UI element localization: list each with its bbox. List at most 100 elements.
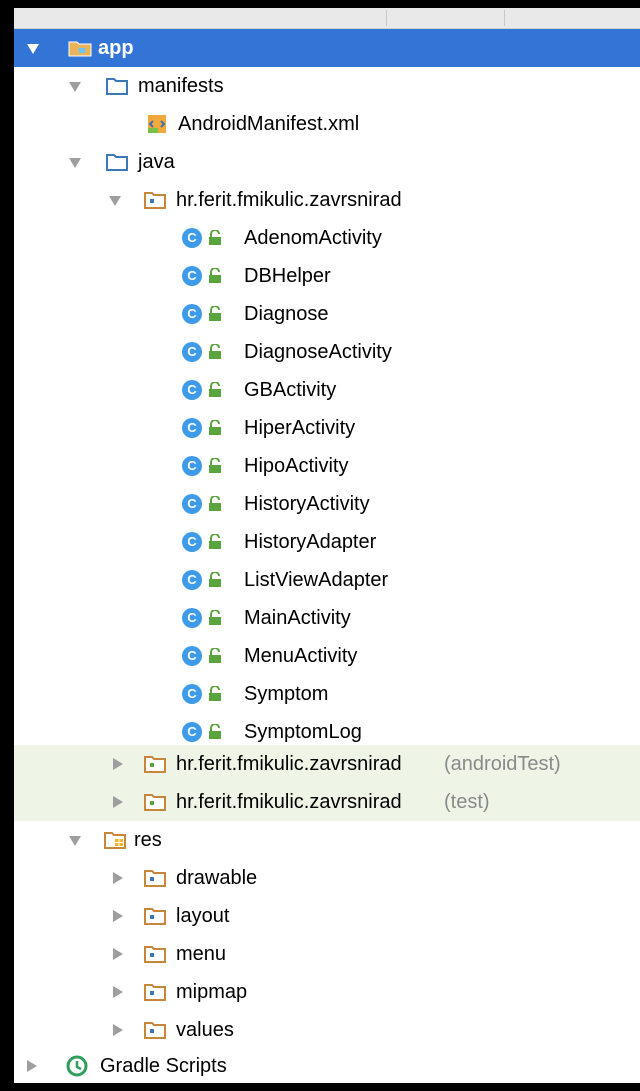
tree-node-class[interactable]: C DiagnoseActivity: [14, 333, 640, 371]
tree-node-label: AndroidManifest.xml: [178, 113, 360, 135]
public-lock-icon: [209, 344, 221, 359]
tree-node-class[interactable]: C HipoActivity: [14, 447, 640, 485]
tree-node-label: ListViewAdapter: [244, 569, 389, 591]
package-icon: [144, 1022, 166, 1039]
expand-arrow-icon[interactable]: [68, 833, 82, 847]
tree-node-label: HistoryActivity: [244, 493, 370, 515]
public-lock-icon: [209, 382, 221, 397]
tree-node-label: mipmap: [176, 981, 248, 1003]
class-icon: C: [182, 684, 202, 704]
tree-node-label: menu: [176, 943, 227, 965]
package-icon: [144, 946, 166, 963]
tree-node-label: app: [98, 37, 134, 59]
tree-node-res-values[interactable]: values: [14, 1011, 640, 1049]
tree-node-label: layout: [176, 905, 230, 927]
resources-folder-icon: [104, 832, 126, 849]
tree-node-class[interactable]: C DBHelper: [14, 257, 640, 295]
expand-arrow-icon[interactable]: [108, 193, 122, 207]
collapse-arrow-icon[interactable]: [110, 871, 124, 885]
package-icon: [144, 756, 166, 773]
header-divider: [504, 10, 505, 26]
tree-node-class[interactable]: C Diagnose: [14, 295, 640, 333]
public-lock-icon: [209, 648, 221, 663]
collapse-arrow-icon[interactable]: [110, 757, 124, 771]
collapse-arrow-icon[interactable]: [110, 1023, 124, 1037]
class-icon: C: [182, 266, 202, 286]
expand-arrow-icon[interactable]: [68, 79, 82, 93]
tree-node-main-package[interactable]: hr.ferit.fmikulic.zavrsnirad: [14, 181, 640, 219]
class-icon: C: [182, 228, 202, 248]
public-lock-icon: [209, 572, 221, 587]
xml-manifest-icon: [148, 115, 166, 133]
tree-node-class[interactable]: C AdenomActivity: [14, 219, 640, 257]
public-lock-icon: [209, 724, 221, 739]
collapse-arrow-icon[interactable]: [110, 947, 124, 961]
tree-node-class[interactable]: C HiperActivity: [14, 409, 640, 447]
folder-icon: [106, 154, 128, 171]
tree-node-gradle-scripts[interactable]: Gradle Scripts: [14, 1047, 640, 1083]
source-set-suffix: (androidTest): [444, 753, 561, 775]
collapse-arrow-icon[interactable]: [110, 985, 124, 999]
expand-arrow-icon[interactable]: [68, 155, 82, 169]
public-lock-icon: [209, 306, 221, 321]
tree-node-label: DBHelper: [244, 265, 331, 287]
public-lock-icon: [209, 458, 221, 473]
tree-node-test-package[interactable]: hr.ferit.fmikulic.zavrsnirad (test): [14, 783, 640, 821]
panel-header-strip: [14, 8, 640, 29]
tree-node-label: values: [176, 1019, 234, 1041]
tree-node-manifests[interactable]: manifests: [14, 67, 640, 105]
tree-node-label: HiperActivity: [244, 417, 356, 439]
tree-node-class[interactable]: C HistoryAdapter: [14, 523, 640, 561]
class-icon: C: [182, 570, 202, 590]
tree-node-label: MainActivity: [244, 607, 351, 629]
tree-node-res-layout[interactable]: layout: [14, 897, 640, 935]
package-icon: [144, 908, 166, 925]
class-icon: C: [182, 304, 202, 324]
tree-node-label: hr.ferit.fmikulic.zavrsnirad: [176, 791, 402, 813]
tree-node-res-mipmap[interactable]: mipmap: [14, 973, 640, 1011]
tree-node-class[interactable]: C MenuActivity: [14, 637, 640, 675]
tree-node-label: manifests: [138, 75, 224, 97]
tree-node-label: res: [134, 829, 162, 851]
tree-node-class[interactable]: C Symptom: [14, 675, 640, 713]
folder-icon: [106, 78, 128, 95]
tree-node-res-menu[interactable]: menu: [14, 935, 640, 973]
tree-node-res[interactable]: res: [14, 821, 640, 859]
tree-node-label: GBActivity: [244, 379, 337, 401]
tree-node-label: SymptomLog: [244, 721, 362, 743]
tree-node-class[interactable]: C ListViewAdapter: [14, 561, 640, 599]
tree-node-label: DiagnoseActivity: [244, 341, 392, 363]
tree-node-android-test-package[interactable]: hr.ferit.fmikulic.zavrsnirad (androidTes…: [14, 745, 640, 783]
expand-arrow-icon[interactable]: [26, 41, 40, 55]
tree-node-label: drawable: [176, 867, 258, 889]
class-icon: C: [182, 456, 202, 476]
tree-node-android-manifest[interactable]: AndroidManifest.xml: [14, 105, 640, 143]
package-icon: [144, 870, 166, 887]
class-icon: C: [182, 494, 202, 514]
tree-node-class[interactable]: C GBActivity: [14, 371, 640, 409]
class-icon: C: [182, 646, 202, 666]
tree-node-class[interactable]: C MainActivity: [14, 599, 640, 637]
tree-node-label: Diagnose: [244, 303, 329, 325]
public-lock-icon: [209, 230, 221, 245]
gradle-icon: [66, 1055, 88, 1077]
public-lock-icon: [209, 268, 221, 283]
tree-node-label: HistoryAdapter: [244, 531, 377, 553]
collapse-arrow-icon[interactable]: [110, 909, 124, 923]
tree-node-app[interactable]: app: [14, 29, 640, 67]
collapse-arrow-icon[interactable]: [24, 1059, 38, 1073]
class-icon: C: [182, 722, 202, 742]
tree-node-res-drawable[interactable]: drawable: [14, 859, 640, 897]
tree-node-label: Gradle Scripts: [100, 1055, 227, 1077]
public-lock-icon: [209, 610, 221, 625]
package-icon: [144, 192, 166, 209]
public-lock-icon: [209, 496, 221, 511]
collapse-arrow-icon[interactable]: [110, 795, 124, 809]
tree-node-java[interactable]: java: [14, 143, 640, 181]
tree-node-class[interactable]: C HistoryActivity: [14, 485, 640, 523]
tree-node-label: hr.ferit.fmikulic.zavrsnirad: [176, 753, 402, 775]
tree-node-label: AdenomActivity: [244, 227, 382, 249]
app-module-folder-icon: [68, 41, 92, 57]
public-lock-icon: [209, 686, 221, 701]
project-tree-panel: app manifests AndroidManifest.xml java h…: [14, 8, 640, 1083]
